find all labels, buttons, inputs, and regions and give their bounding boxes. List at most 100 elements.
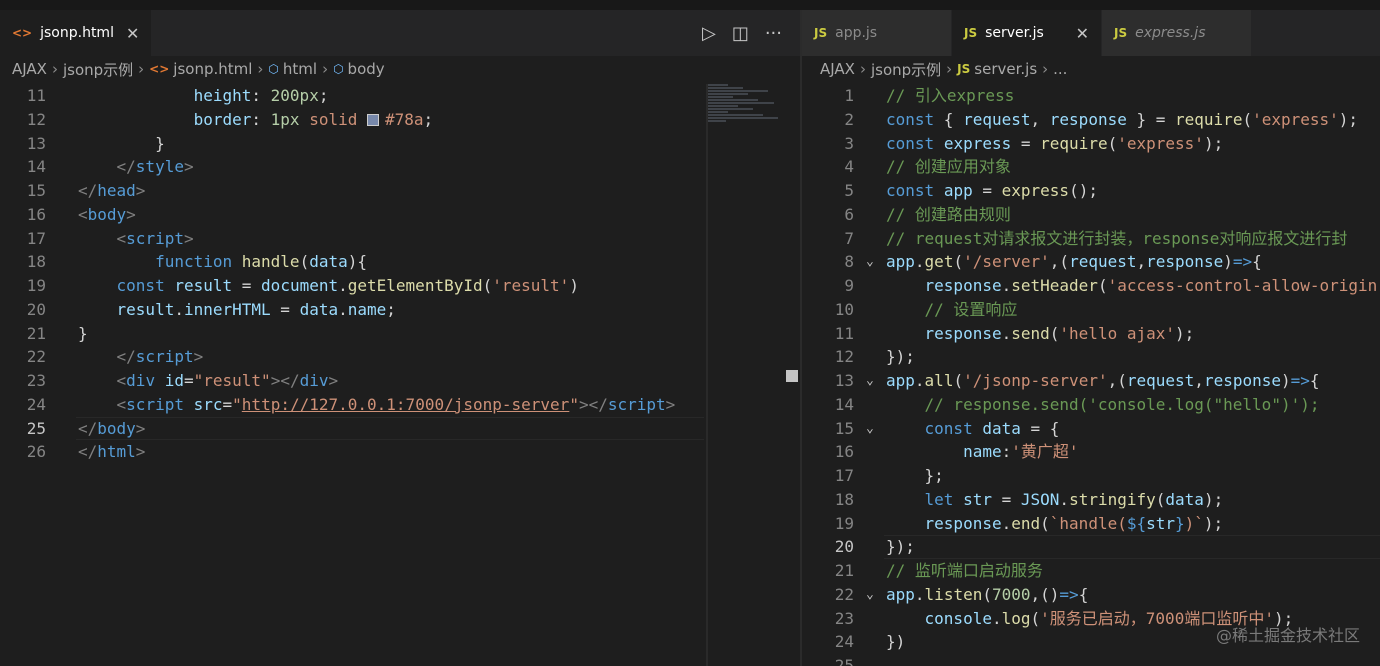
code-line[interactable]: 20}); xyxy=(802,535,1380,559)
line-number: 7 xyxy=(844,228,854,248)
run-icon[interactable]: ▷ xyxy=(702,23,716,44)
code-line[interactable]: 2 const { request, response } = require('… xyxy=(802,108,1380,132)
code-line[interactable]: 20 result.innerHTML = data.name; xyxy=(0,298,800,322)
code-text: // 创建路由规则 xyxy=(886,203,1011,227)
code-line[interactable]: 17 <script> xyxy=(0,227,800,251)
breadcrumb-item-file[interactable]: jsonp.html xyxy=(173,60,252,78)
code-token: = xyxy=(222,394,233,414)
breadcrumb-item-folder[interactable]: jsonp示例 xyxy=(63,59,133,80)
split-editor-icon[interactable]: ◫ xyxy=(732,23,749,44)
code-line[interactable]: 19 const result = document.getElementByI… xyxy=(0,274,800,298)
code-line[interactable]: 12 border: 1px solid #78a; xyxy=(0,108,800,132)
code-token: script xyxy=(607,394,666,414)
code-line[interactable]: 25 </body> xyxy=(0,416,800,441)
code-line[interactable]: 19 response.end(`handle(${str})`); xyxy=(802,512,1380,536)
code-text: response.end(`handle(${str})`); xyxy=(886,512,1224,536)
code-line[interactable]: 25 xyxy=(802,654,1380,666)
breadcrumb-item-body[interactable]: body xyxy=(348,60,385,78)
code-line[interactable]: 11 response.send('hello ajax'); xyxy=(802,322,1380,346)
chevron-right-icon: › xyxy=(257,60,264,78)
breadcrumb-item-ajax[interactable]: AJAX xyxy=(12,60,47,78)
code-line[interactable]: 14 // response.send('console.log("hello"… xyxy=(802,393,1380,417)
code-token: body xyxy=(97,418,136,438)
code-line[interactable]: 13 ⌄ app.all('/jsonp-server',(request,resp… xyxy=(802,369,1380,393)
code-editor[interactable]: 11 height: 200px; 12 border: 1px solid #7… xyxy=(0,84,800,666)
code-token: script xyxy=(126,228,184,248)
code-line[interactable]: 15 </head> xyxy=(0,179,800,203)
more-actions-icon[interactable]: ··· xyxy=(765,23,782,44)
code-line[interactable]: 5 const app = express(); xyxy=(802,179,1380,203)
tab-server-js[interactable]: JS server.js ✕ xyxy=(952,10,1102,56)
code-line[interactable]: 16 name:'黄广超' xyxy=(802,440,1380,464)
code-token: app xyxy=(886,584,915,604)
code-line[interactable]: 6 // 创建路由规则 xyxy=(802,203,1380,227)
code-line[interactable]: 16 <body> xyxy=(0,203,800,227)
code-token: }); xyxy=(886,537,915,557)
code-token: function xyxy=(155,252,233,272)
code-line[interactable]: 10 // 设置响应 xyxy=(802,298,1380,322)
chevron-right-icon: › xyxy=(322,60,329,78)
code-token: . xyxy=(914,252,925,272)
color-swatch-icon[interactable] xyxy=(367,113,380,126)
code-line[interactable]: 22 ⌄ app.listen(7000,()=>{ xyxy=(802,583,1380,607)
right-editor-group: JS app.js JS server.js ✕ JS express.js A… xyxy=(802,10,1380,666)
code-line[interactable]: 7 // request对请求报文进行封装，response对响应报文进行封 xyxy=(802,227,1380,251)
vertical-scrollbar[interactable] xyxy=(706,84,708,666)
code-token: }); xyxy=(886,347,915,367)
code-line[interactable]: 24 <script src="http://127.0.0.1:7000/js… xyxy=(0,393,800,417)
code-token: send xyxy=(1011,323,1050,343)
code-line[interactable]: 18 function handle(data){ xyxy=(0,250,800,274)
code-token: request xyxy=(1069,252,1137,272)
code-token: '黄广超' xyxy=(1011,442,1079,462)
code-line[interactable]: 22 </script> xyxy=(0,345,800,369)
fold-chevron-icon[interactable]: ⌄ xyxy=(866,417,874,441)
close-icon[interactable]: ✕ xyxy=(126,24,139,43)
line-number: 25 xyxy=(26,418,46,438)
code-token: => xyxy=(1232,252,1253,272)
code-text: }); xyxy=(886,345,915,369)
code-line[interactable]: 18 let str = JSON.stringify(data); xyxy=(802,488,1380,512)
code-line[interactable]: 14 </style> xyxy=(0,155,800,179)
tab-express-js[interactable]: JS express.js xyxy=(1102,10,1252,56)
code-line[interactable]: 15 ⌄ const data = { xyxy=(802,417,1380,441)
code-line[interactable]: 9 response.setHeader('access-control-all… xyxy=(802,274,1380,298)
code-line[interactable]: 1 // 引入express xyxy=(802,84,1380,108)
line-number: 23 xyxy=(26,371,46,390)
code-token: request xyxy=(963,109,1031,129)
code-token: : xyxy=(251,109,271,129)
code-line[interactable]: 12}); xyxy=(802,345,1380,369)
line-number: 21 xyxy=(26,323,46,343)
scrollbar-slider[interactable] xyxy=(786,370,798,382)
code-line[interactable]: 23 <div id="result"></div> xyxy=(0,369,800,393)
code-line[interactable]: 13 } xyxy=(0,132,800,156)
breadcrumb-item-html[interactable]: html xyxy=(283,60,317,78)
breadcrumb-item-folder[interactable]: jsonp示例 xyxy=(871,59,941,80)
code-text: <script src="http://127.0.0.1:7000/jsonp… xyxy=(78,393,676,417)
fold-chevron-icon[interactable]: ⌄ xyxy=(866,250,874,274)
code-line[interactable]: 3 const express = require('express'); xyxy=(802,132,1380,156)
fold-chevron-icon[interactable]: ⌄ xyxy=(866,583,874,607)
breadcrumb-item-more[interactable]: ... xyxy=(1053,60,1067,78)
code-token: '/jsonp-server' xyxy=(963,371,1108,390)
code-line[interactable]: 8 ⌄ app.get('/server',(request,response)=>… xyxy=(802,250,1380,274)
code-line[interactable]: 21 // 监听端口启动服务 xyxy=(802,559,1380,583)
code-line[interactable]: 26 </html> xyxy=(0,440,800,464)
code-line[interactable]: 4 // 创建应用对象 xyxy=(802,155,1380,179)
code-line[interactable]: 11 height: 200px; xyxy=(0,84,800,108)
chevron-right-icon: › xyxy=(859,60,866,78)
close-icon[interactable]: ✕ xyxy=(1076,24,1089,43)
code-line[interactable]: 17 }; xyxy=(802,464,1380,488)
code-editor[interactable]: 1 // 引入express 2 const { request, response … xyxy=(802,84,1380,666)
tab-jsonp-html[interactable]: <> jsonp.html ✕ xyxy=(0,10,153,56)
minimap[interactable] xyxy=(708,84,796,144)
tab-app-js[interactable]: JS app.js xyxy=(802,10,952,56)
breadcrumb-item-ajax[interactable]: AJAX xyxy=(820,60,855,78)
fold-chevron-icon[interactable]: ⌄ xyxy=(866,369,874,393)
code-token: ( xyxy=(953,252,964,272)
breadcrumb-item-file[interactable]: server.js xyxy=(974,60,1037,78)
code-line[interactable]: 21} xyxy=(0,322,800,346)
code-text: const { request, response } = require('e… xyxy=(886,108,1358,132)
